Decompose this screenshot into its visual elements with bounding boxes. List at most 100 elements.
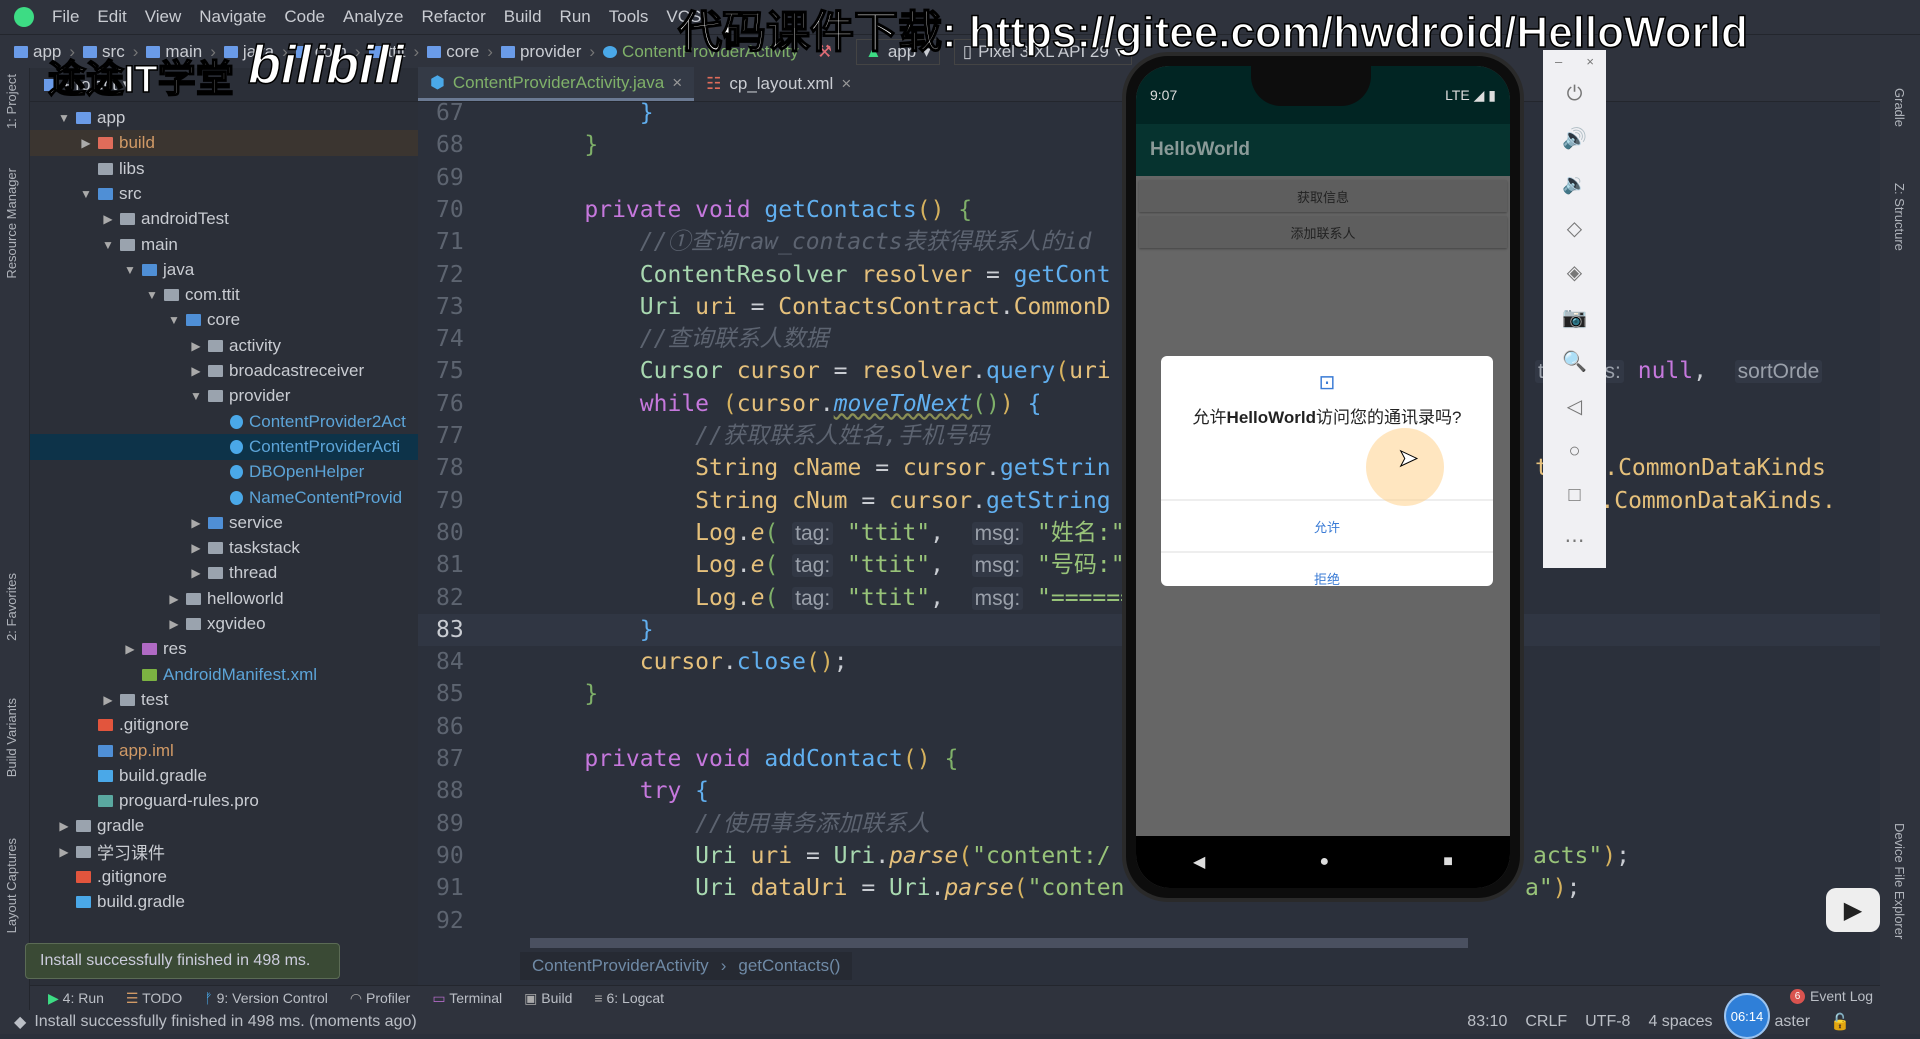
tree-item[interactable]: ▶ service (30, 510, 418, 536)
chevron-right-icon[interactable]: ▶ (56, 845, 72, 859)
tree-item[interactable]: ▶ xgvideo (30, 611, 418, 637)
line-separator[interactable]: CRLF (1525, 1013, 1567, 1031)
tool-window-profiler[interactable]: ◠ Profiler (350, 990, 410, 1007)
tree-item[interactable]: ▶ build (30, 130, 418, 157)
tool-window-6-logcat[interactable]: ≡ 6: Logcat (594, 990, 664, 1006)
menu-item-analyze[interactable]: Analyze (343, 7, 403, 27)
chevron-right-icon[interactable]: ▶ (188, 364, 204, 378)
favorites-button[interactable]: 2: Favorites (4, 573, 19, 641)
overview-icon[interactable]: □ (1568, 473, 1580, 518)
tree-item[interactable]: ContentProviderActi (30, 433, 418, 460)
indent[interactable]: 4 spaces (1648, 1013, 1712, 1031)
chevron-right-icon[interactable]: ▶ (166, 617, 182, 631)
tree-item[interactable]: .gitignore (30, 712, 418, 738)
chevron-right-icon[interactable]: ▶ (166, 592, 182, 606)
chevron-down-icon[interactable]: ▼ (144, 288, 160, 302)
tree-item[interactable]: ▶ res (30, 636, 418, 662)
back-icon[interactable]: ◀ (1193, 852, 1205, 872)
get-info-button[interactable]: 获取信息 (1139, 180, 1507, 212)
menu-item-refactor[interactable]: Refactor (421, 7, 485, 27)
status-message[interactable]: Install successfully finished in 498 ms.… (34, 1013, 416, 1031)
tree-item[interactable]: ▶ gradle (30, 813, 418, 839)
chevron-right-icon[interactable]: ▶ (188, 541, 204, 555)
add-contact-button[interactable]: 添加联系人 (1139, 216, 1507, 248)
rotate-right-icon[interactable]: ◈ (1567, 250, 1582, 295)
power-icon[interactable]: ⏻ (1567, 72, 1583, 117)
screenshot-icon[interactable]: 📷 (1562, 295, 1587, 340)
breadcrumb-item[interactable]: provider › (500, 42, 595, 62)
allow-button[interactable]: 允许 (1161, 499, 1493, 551)
breadcrumb-method[interactable]: getContacts() (738, 956, 840, 976)
chevron-right-icon[interactable]: ▶ (188, 339, 204, 353)
menu-item-run[interactable]: Run (560, 7, 591, 27)
tool-window-9-version-control[interactable]: ᚠ 9: Version Control (204, 990, 328, 1006)
tree-item[interactable]: proguard-rules.pro (30, 788, 418, 814)
tree-item[interactable]: ▶ activity (30, 333, 418, 359)
tree-item[interactable]: ▶ taskstack (30, 535, 418, 561)
back-icon[interactable]: ◁ (1567, 384, 1582, 429)
volume-down-icon[interactable]: 🔉 (1562, 161, 1587, 206)
tool-window-terminal[interactable]: ▭ Terminal (432, 990, 502, 1007)
chevron-right-icon[interactable]: ▶ (188, 516, 204, 530)
tree-item[interactable]: ▼ core (30, 307, 418, 333)
zoom-icon[interactable]: 🔍 (1562, 340, 1587, 385)
tree-item[interactable]: ▶ thread (30, 560, 418, 586)
menu-item-tools[interactable]: Tools (609, 7, 649, 27)
chevron-down-icon[interactable]: ▼ (56, 111, 72, 125)
rotate-left-icon[interactable]: ◇ (1567, 206, 1582, 251)
event-log-button[interactable]: 6 Event Log (1790, 988, 1873, 1004)
build-variants-button[interactable]: Build Variants (4, 698, 19, 777)
home-icon[interactable]: ○ (1568, 429, 1580, 474)
chevron-down-icon[interactable]: ▼ (122, 263, 138, 277)
home-icon[interactable]: ● (1319, 853, 1329, 871)
phone-screen[interactable]: 9:07 LTE ◢ ▮ HelloWorld 获取信息 添加联系人 ⊡ 允许H… (1136, 66, 1510, 888)
chevron-down-icon[interactable]: ▼ (100, 238, 116, 252)
chevron-right-icon[interactable]: ▶ (188, 566, 204, 580)
tree-item[interactable]: DBOpenHelper (30, 459, 418, 485)
caret-position[interactable]: 83:10 (1467, 1013, 1507, 1031)
chevron-right-icon[interactable]: ▶ (122, 642, 138, 656)
menu-item-build[interactable]: Build (504, 7, 542, 27)
breadcrumb-class[interactable]: ContentProviderActivity (532, 956, 709, 976)
tree-item[interactable]: ContentProvider2Act (30, 409, 418, 435)
tree-item[interactable]: AndroidManifest.xml (30, 662, 418, 688)
git-branch[interactable]: aster (1775, 1013, 1811, 1031)
chevron-right-icon[interactable]: ▶ (100, 212, 116, 226)
tree-item[interactable]: ▼ java (30, 257, 418, 283)
volume-up-icon[interactable]: 🔊 (1562, 117, 1587, 162)
tool-window-4-run[interactable]: ▶ 4: Run (48, 990, 104, 1007)
tree-item[interactable]: ▼ src (30, 181, 418, 207)
tree-item[interactable]: app.iml (30, 738, 418, 764)
chevron-down-icon[interactable]: ▼ (166, 313, 182, 327)
menu-item-code[interactable]: Code (284, 7, 325, 27)
deny-button[interactable]: 拒绝 (1161, 551, 1493, 586)
menu-item-navigate[interactable]: Navigate (199, 7, 266, 27)
tool-window-build[interactable]: ▣ Build (524, 990, 572, 1007)
project-tool-button[interactable]: 1: Project (4, 74, 19, 129)
tree-item[interactable]: ▶ androidTest (30, 206, 418, 232)
menu-item-edit[interactable]: Edit (97, 7, 126, 27)
tree-item[interactable]: ▶ test (30, 687, 418, 713)
resource-manager-button[interactable]: Resource Manager (4, 168, 19, 279)
tree-item[interactable]: libs (30, 156, 418, 182)
chevron-down-icon[interactable]: ▼ (188, 389, 204, 403)
horizontal-scrollbar[interactable] (530, 938, 1468, 948)
code-line[interactable]: 92 (418, 905, 1880, 937)
tree-item[interactable]: ▼ provider (30, 383, 418, 409)
tree-item[interactable]: ▼ main (30, 232, 418, 258)
more-icon[interactable]: ⋯ (1565, 518, 1585, 563)
tree-item[interactable]: ▶ helloworld (30, 586, 418, 612)
device-file-explorer-button[interactable]: Device File Explorer (1892, 823, 1907, 939)
tree-item[interactable]: build.gradle (30, 763, 418, 789)
tool-window-todo[interactable]: ☰ TODO (126, 990, 182, 1007)
chevron-down-icon[interactable]: ▼ (78, 187, 94, 201)
tree-item[interactable]: ▶ 学习课件 (30, 839, 418, 865)
breadcrumb-item[interactable]: core › (427, 42, 493, 62)
chevron-right-icon[interactable]: ▶ (56, 819, 72, 833)
structure-button[interactable]: Z: Structure (1892, 183, 1907, 251)
menu-item-file[interactable]: File (52, 7, 79, 27)
tree-item[interactable]: .gitignore (30, 864, 418, 890)
tree-item[interactable]: build.gradle (30, 889, 418, 915)
chevron-right-icon[interactable]: ▶ (100, 693, 116, 707)
tree-item[interactable]: ▼ app (30, 105, 418, 131)
